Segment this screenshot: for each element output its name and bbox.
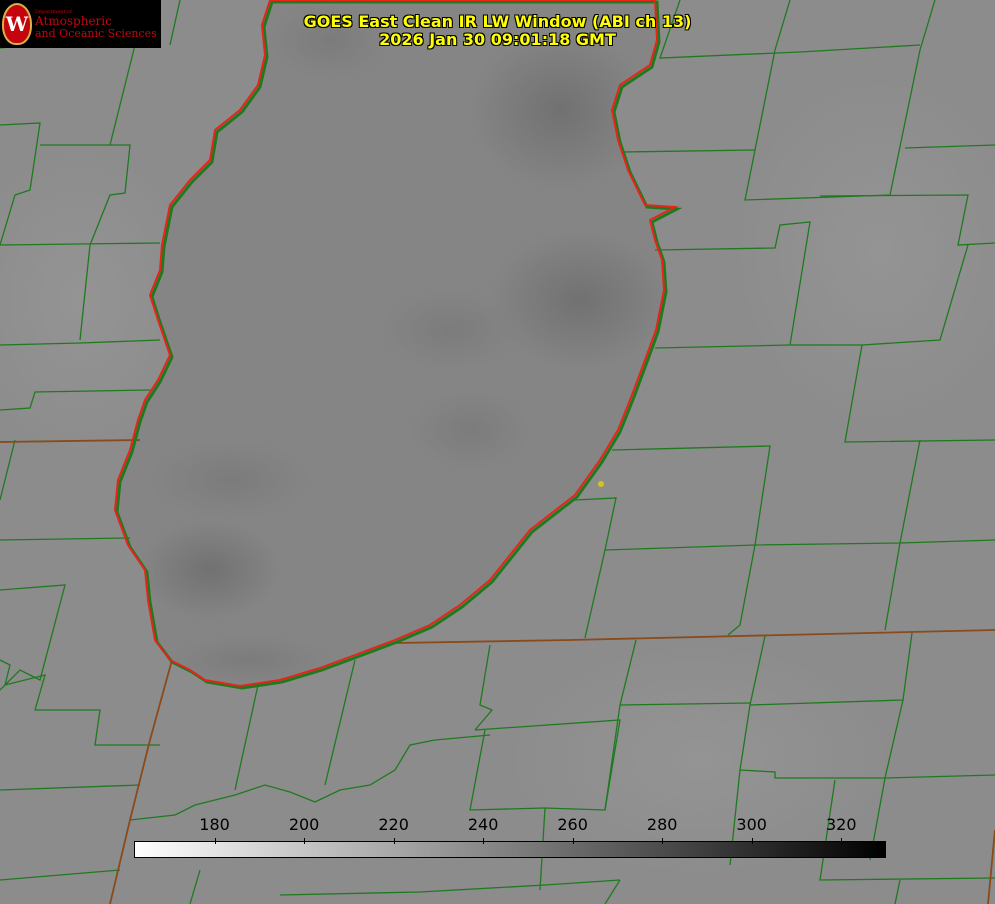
aos-logo: W Department of Atmospheric and Oceanic … — [0, 0, 161, 48]
colorbar-tick-mark — [751, 838, 753, 844]
uw-seal-icon: W — [2, 3, 32, 45]
colorbar-tick-label: 300 — [736, 815, 767, 834]
logo-line1: Atmospheric — [35, 14, 112, 28]
colorbar-tick-mark — [214, 838, 216, 844]
colorbar-tick-label: 260 — [557, 815, 588, 834]
colorbar-tick-mark — [393, 838, 395, 844]
temperature-colorbar — [134, 841, 886, 858]
colorbar-tick-label: 240 — [467, 815, 499, 834]
image-timestamp: 2026 Jan 30 09:01:18 GMT — [379, 30, 616, 49]
colorbar-tick-label: 180 — [199, 815, 230, 834]
colorbar-tick-mark — [572, 838, 574, 844]
colorbar-tick-label: 320 — [825, 815, 857, 834]
logo-line2: and Oceanic Sciences — [35, 27, 157, 40]
colorbar-tick-mark — [662, 838, 664, 844]
ir-satellite-map — [0, 0, 995, 904]
colorbar-tick-mark — [483, 838, 485, 844]
colorbar-tick-mark — [304, 838, 306, 844]
image-title: GOES East Clean IR LW Window (ABI ch 13) — [303, 12, 692, 31]
colorbar-tick-mark — [841, 838, 843, 844]
satellite-image-viewer: W Department of Atmospheric and Oceanic … — [0, 0, 995, 904]
location-marker — [598, 481, 604, 487]
colorbar-tick-label: 220 — [378, 815, 409, 834]
colorbar-tick-label: 280 — [646, 815, 678, 834]
colorbar-tick-label: 200 — [288, 815, 320, 834]
